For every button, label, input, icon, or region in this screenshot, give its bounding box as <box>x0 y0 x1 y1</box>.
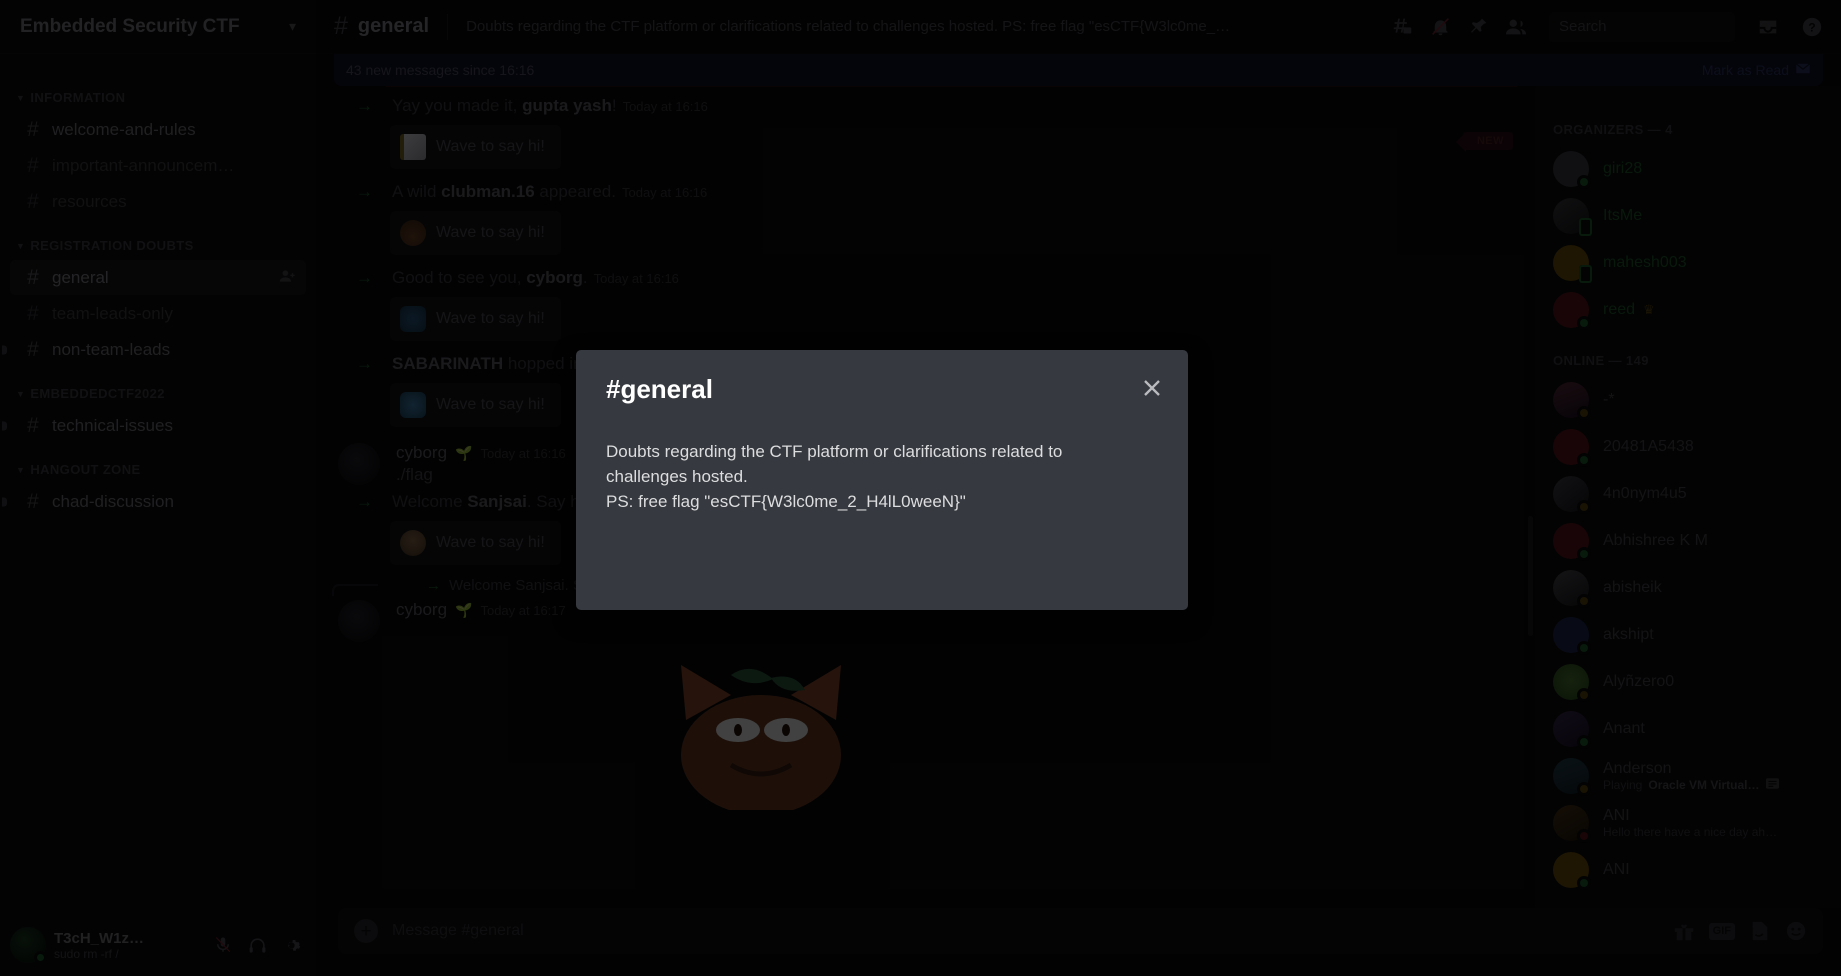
modal-title: #general <box>606 374 713 404</box>
channel-topic-modal: #general Doubts regarding the CTF platfo… <box>576 350 1188 610</box>
modal-body: Doubts regarding the CTF platform or cla… <box>606 442 1063 511</box>
close-icon[interactable] <box>1138 374 1166 402</box>
